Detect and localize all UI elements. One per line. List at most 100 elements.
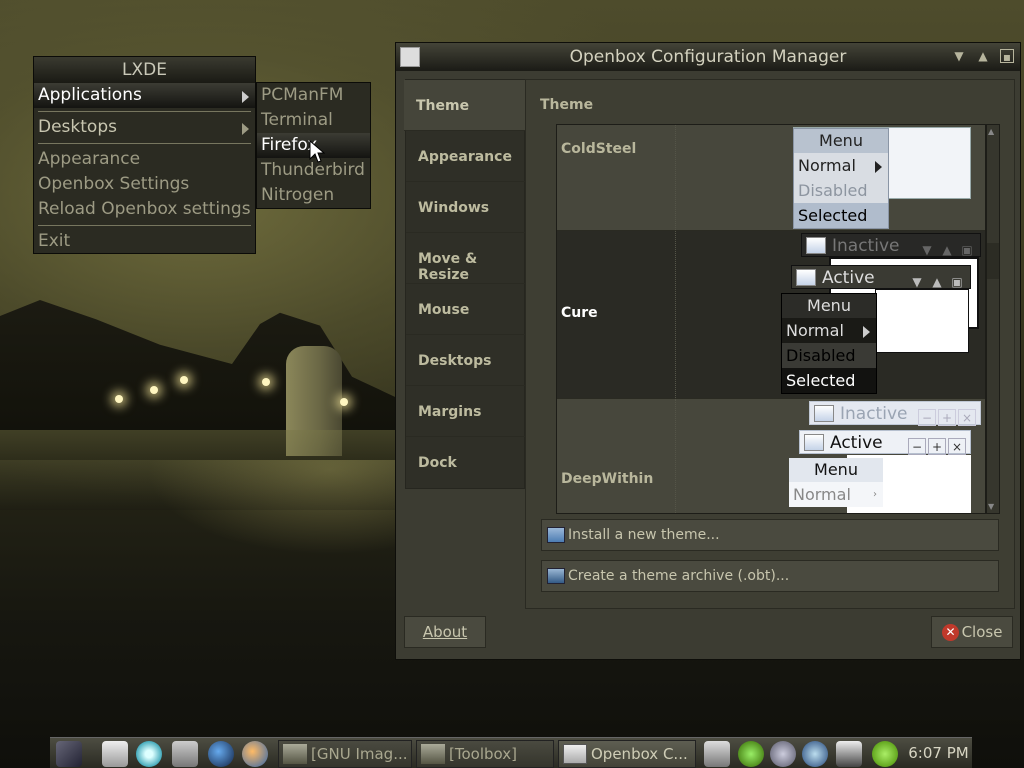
tab-margins[interactable]: Margins xyxy=(406,386,525,437)
play-icon[interactable] xyxy=(738,741,764,767)
menu-item-openbox-settings[interactable]: Openbox Settings xyxy=(34,172,255,197)
preview-inactive-window: Inactive − + × xyxy=(809,401,981,426)
preview-arrow-icon: › xyxy=(873,489,877,500)
theme-row-cure[interactable]: Cure Inactive ▼ ▲ ▣ Active ▼ ▲ ▣ Menu Normal xyxy=(557,231,985,399)
submenu-item-nitrogen[interactable]: Nitrogen xyxy=(257,183,370,208)
tab-move-resize[interactable]: Move & Resize xyxy=(406,233,525,284)
preview-normal: Normal xyxy=(794,153,888,178)
scroll-up-icon[interactable]: ▲ xyxy=(988,127,994,136)
about-button[interactable]: About xyxy=(404,616,486,648)
theme-panel: Theme ColdSteel Menu Normal Disabled Sel… xyxy=(525,79,1015,609)
preview-selected: Selected xyxy=(782,368,876,393)
task-gimp-toolbox[interactable]: [Toolbox] xyxy=(416,740,554,768)
close-icon: ✕ xyxy=(942,624,959,641)
window-title: Openbox Configuration Manager xyxy=(569,47,847,67)
wallpaper-light xyxy=(262,378,270,386)
preview-disabled: Disabled xyxy=(798,181,868,200)
preview-inactive-label: Inactive xyxy=(832,236,900,256)
window-stack-icon xyxy=(563,744,587,764)
submenu-arrow-icon xyxy=(242,123,249,135)
column-divider xyxy=(675,399,676,513)
lxde-root-menu: LXDE Applications Desktops Appearance Op… xyxy=(33,56,256,254)
install-theme-label: Install a new theme... xyxy=(568,527,720,543)
taskbar: [GNU Imag... [Toolbox] Openbox C... 6:07… xyxy=(50,737,972,768)
preview-window-icon xyxy=(814,405,834,422)
settings-sidebar: Theme Appearance Windows Move & Resize M… xyxy=(404,79,529,489)
cd-player-icon[interactable] xyxy=(802,741,828,767)
preview-menu: Menu Normal Disabled Selected xyxy=(781,293,877,394)
submenu-arrow-icon xyxy=(242,91,249,103)
play-green-icon[interactable] xyxy=(872,741,898,767)
preview-normal-label: Normal xyxy=(793,485,851,504)
thunderbird-icon[interactable] xyxy=(242,741,268,767)
scroll-down-icon[interactable]: ▼ xyxy=(988,502,994,511)
task-label: [Toolbox] xyxy=(449,745,517,763)
theme-row-deepwithin[interactable]: DeepWithin Inactive − + × Active − + × Menu … xyxy=(557,399,985,513)
preview-menu-title: Menu xyxy=(789,458,883,482)
menu-item-applications[interactable]: Applications xyxy=(34,83,255,108)
scrollbar-thumb[interactable] xyxy=(987,243,999,279)
preview-normal-label: Normal xyxy=(798,156,856,175)
gimp-icon xyxy=(421,744,445,764)
install-theme-icon xyxy=(547,527,565,543)
panel-title: Theme xyxy=(540,97,594,113)
theme-name: ColdSteel xyxy=(561,141,637,157)
monitor-icon[interactable] xyxy=(836,741,862,767)
window-titlebar[interactable]: Openbox Configuration Manager ▼ ▲ ▪ xyxy=(396,43,1020,71)
theme-name: Cure xyxy=(561,305,598,321)
mouse-cursor-icon xyxy=(309,140,325,163)
preview-window-icon xyxy=(804,434,824,451)
preview-window-body xyxy=(875,289,969,353)
window-app-icon[interactable] xyxy=(400,47,420,67)
task-label: Openbox C... xyxy=(591,745,688,763)
volume-speaker-icon[interactable] xyxy=(770,741,796,767)
wallpaper-light xyxy=(180,376,188,384)
globe-browser-icon[interactable] xyxy=(208,741,234,767)
menu-item-reload-openbox[interactable]: Reload Openbox settings xyxy=(34,197,255,222)
task-openbox-config[interactable]: Openbox C... xyxy=(558,740,696,768)
close-window-icon[interactable]: ▪ xyxy=(1000,49,1014,64)
menu-item-exit[interactable]: Exit xyxy=(34,229,255,254)
create-archive-label: Create a theme archive (.obt)... xyxy=(568,568,790,584)
theme-list[interactable]: ColdSteel Menu Normal Disabled Selected … xyxy=(556,124,986,514)
tab-desktops[interactable]: Desktops xyxy=(406,335,525,386)
menu-header: LXDE xyxy=(34,57,255,83)
preview-active-window: Active − + × xyxy=(799,430,971,455)
preview-window-icon xyxy=(806,237,826,254)
tab-windows[interactable]: Windows xyxy=(406,182,525,233)
menu-item-appearance[interactable]: Appearance xyxy=(34,147,255,172)
wallpaper-light xyxy=(150,386,158,394)
preview-normal: Normal xyxy=(782,318,876,343)
home-folder-icon[interactable] xyxy=(102,741,128,767)
calculator-icon[interactable] xyxy=(172,741,198,767)
preview-active-window: Active ▼ ▲ ▣ xyxy=(791,265,971,289)
network-icon[interactable] xyxy=(704,741,730,767)
column-divider xyxy=(675,231,676,398)
menu-separator xyxy=(38,225,251,226)
tab-dock[interactable]: Dock xyxy=(406,437,525,488)
task-gimp-image[interactable]: [GNU Imag... xyxy=(278,740,412,768)
close-button[interactable]: ✕ Close xyxy=(931,616,1013,648)
menu-item-desktops[interactable]: Desktops xyxy=(34,115,255,140)
create-archive-button[interactable]: Create a theme archive (.obt)... xyxy=(541,560,999,592)
close-button-label: Close xyxy=(961,623,1003,641)
preview-menu-title: Menu xyxy=(794,129,888,153)
theme-list-scrollbar[interactable]: ▲ ▼ xyxy=(986,124,1000,514)
submenu-item-pcmanfm[interactable]: PCManFM xyxy=(257,83,370,108)
maximize-up-icon[interactable]: ▲ xyxy=(976,49,990,63)
wallpaper-light xyxy=(115,395,123,403)
lxde-menu-icon[interactable] xyxy=(56,741,82,767)
menu-item-label: Applications xyxy=(38,85,142,105)
snowflake-icon[interactable] xyxy=(136,741,162,767)
theme-name: DeepWithin xyxy=(561,471,654,487)
tab-theme[interactable]: Theme xyxy=(404,80,529,131)
preview-normal-label: Normal xyxy=(786,321,844,340)
menu-down-icon[interactable]: ▼ xyxy=(952,49,966,63)
column-divider xyxy=(675,125,676,230)
clock[interactable]: 6:07 PM xyxy=(905,738,972,768)
install-theme-button[interactable]: Install a new theme... xyxy=(541,519,999,551)
tab-mouse[interactable]: Mouse xyxy=(406,284,525,335)
submenu-item-terminal[interactable]: Terminal xyxy=(257,108,370,133)
tab-appearance[interactable]: Appearance xyxy=(406,131,525,182)
theme-row-coldsteel[interactable]: ColdSteel Menu Normal Disabled Selected xyxy=(557,125,985,231)
